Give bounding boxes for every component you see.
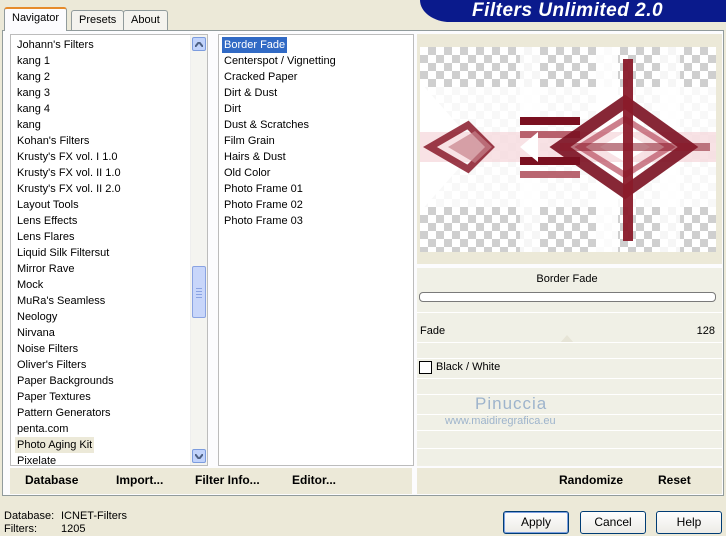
category-item[interactable]: Johann's Filters: [15, 37, 96, 53]
left-toolbar: Database Import... Filter Info... Editor…: [10, 468, 412, 494]
app-banner: Filters Unlimited 2.0: [420, 0, 726, 22]
fade-label: Fade: [420, 325, 446, 337]
database-value: ICNET-Filters: [61, 510, 127, 522]
category-scrollbar[interactable]: [190, 35, 207, 465]
category-item[interactable]: kang 3: [15, 85, 52, 101]
filters-label: Filters:: [4, 523, 37, 535]
category-item[interactable]: Noise Filters: [15, 341, 80, 357]
filter-item[interactable]: Border Fade: [222, 37, 288, 53]
scroll-up-button[interactable]: [192, 37, 206, 51]
category-item[interactable]: Lens Flares: [15, 229, 76, 245]
watermark-url: www.maidiregrafica.eu: [445, 415, 556, 427]
category-item[interactable]: kang 2: [15, 69, 52, 85]
filter-item[interactable]: Photo Frame 03: [222, 213, 305, 229]
fade-slider[interactable]: Fade 128: [417, 323, 717, 343]
category-item[interactable]: Pattern Generators: [15, 405, 113, 421]
tab-presets[interactable]: Presets: [71, 10, 125, 30]
tab-navigator[interactable]: Navigator: [4, 7, 68, 31]
category-item[interactable]: Krusty's FX vol. II 2.0: [15, 181, 123, 197]
category-item[interactable]: Pixelate: [15, 453, 58, 465]
category-item[interactable]: Photo Aging Kit: [15, 437, 95, 453]
category-item[interactable]: kang 1: [15, 53, 52, 69]
status-database: Database: ICNET-Filters: [4, 510, 127, 522]
fade-value: 128: [696, 325, 715, 337]
filter-item[interactable]: Photo Frame 01: [222, 181, 305, 197]
category-item[interactable]: Neology: [15, 309, 59, 325]
filter-item[interactable]: Hairs & Dust: [222, 149, 288, 165]
app-title: Filters Unlimited 2.0: [472, 0, 664, 21]
filter-item[interactable]: Dust & Scratches: [222, 117, 311, 133]
database-label: Database:: [4, 510, 55, 522]
category-item[interactable]: penta.com: [15, 421, 70, 437]
scroll-thumb[interactable]: [192, 266, 206, 318]
status-filters: Filters: 1205: [4, 523, 85, 535]
tab-about[interactable]: About: [123, 10, 168, 30]
category-item[interactable]: Oliver's Filters: [15, 357, 88, 373]
editor-button[interactable]: Editor...: [292, 473, 336, 487]
scroll-down-button[interactable]: [192, 449, 206, 463]
category-item[interactable]: Kohan's Filters: [15, 133, 91, 149]
preview-image: [420, 47, 716, 252]
reset-button[interactable]: Reset: [658, 473, 691, 487]
filter-name-label: Border Fade: [536, 273, 598, 285]
category-item[interactable]: Nirvana: [15, 325, 57, 341]
help-button[interactable]: Help: [656, 511, 722, 534]
randomize-button[interactable]: Randomize: [559, 473, 623, 487]
right-toolbar: Randomize Reset: [417, 468, 722, 494]
black-white-checkbox[interactable]: [419, 361, 432, 374]
chevron-down-icon: [195, 453, 203, 459]
black-white-label: Black / White: [436, 361, 501, 373]
filter-info-button[interactable]: Filter Info...: [195, 473, 260, 487]
category-item[interactable]: Layout Tools: [15, 197, 81, 213]
filter-item[interactable]: Film Grain: [222, 133, 277, 149]
preview-artwork: [420, 47, 716, 252]
category-item[interactable]: kang: [15, 117, 43, 133]
filter-item[interactable]: Centerspot / Vignetting: [222, 53, 338, 69]
category-item[interactable]: Paper Backgrounds: [15, 373, 116, 389]
watermark-name: Pinuccia: [475, 394, 548, 413]
filter-list[interactable]: Border Fade Centerspot / Vignetting Cracke…: [218, 34, 414, 466]
category-item[interactable]: Lens Effects: [15, 213, 79, 229]
progress-bar: [419, 292, 716, 302]
category-item[interactable]: Mirror Rave: [15, 261, 76, 277]
import-button[interactable]: Import...: [116, 473, 163, 487]
apply-button[interactable]: Apply: [503, 511, 569, 534]
category-item[interactable]: Liquid Silk Filtersut: [15, 245, 111, 261]
filter-item[interactable]: Cracked Paper: [222, 69, 299, 85]
database-button[interactable]: Database: [25, 473, 78, 487]
category-item[interactable]: MuRa's Seamless: [15, 293, 107, 309]
category-item[interactable]: Krusty's FX vol. II 1.0: [15, 165, 123, 181]
filter-item[interactable]: Old Color: [222, 165, 272, 181]
filter-item[interactable]: Dirt: [222, 101, 243, 117]
category-item[interactable]: kang 4: [15, 101, 52, 117]
category-item[interactable]: Paper Textures: [15, 389, 93, 405]
chevron-up-icon: [195, 41, 203, 47]
cancel-button[interactable]: Cancel: [580, 511, 646, 534]
category-item[interactable]: Mock: [15, 277, 45, 293]
filter-item[interactable]: Photo Frame 02: [222, 197, 305, 213]
filters-count: 1205: [61, 523, 86, 535]
category-list[interactable]: Johann's Filters kang 1 kang 2 kang 3 kang 4…: [10, 34, 208, 466]
filter-item[interactable]: Dirt & Dust: [222, 85, 279, 101]
category-item[interactable]: Krusty's FX vol. I 1.0: [15, 149, 120, 165]
parameter-panel: Border Fade Fade 128 Black / White Pinuc…: [417, 268, 722, 466]
